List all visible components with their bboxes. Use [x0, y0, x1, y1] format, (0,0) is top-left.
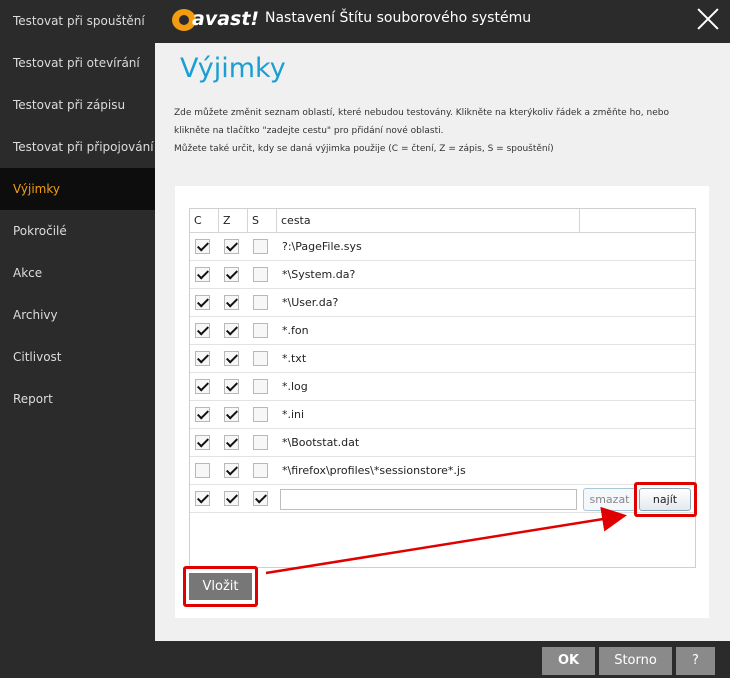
read-checkbox[interactable] — [195, 323, 210, 338]
exclusion-path[interactable]: *\User.da? — [282, 289, 338, 317]
table-row[interactable]: *.fon — [190, 317, 695, 345]
execute-checkbox[interactable] — [253, 239, 268, 254]
new-execute-checkbox[interactable] — [253, 491, 268, 506]
exclusion-path[interactable]: *\System.da? — [282, 261, 355, 289]
write-checkbox[interactable] — [224, 379, 239, 394]
write-checkbox[interactable] — [224, 407, 239, 422]
window-title: Nastavení Štítu souborového systému — [265, 10, 532, 26]
sidebar-item-exclusions[interactable]: Výjimky — [0, 168, 155, 210]
write-checkbox[interactable] — [224, 323, 239, 338]
read-checkbox[interactable] — [195, 295, 210, 310]
exclusion-path[interactable]: *\Bootstat.dat — [282, 429, 359, 457]
exclusion-path[interactable]: ?:\PageFile.sys — [282, 233, 362, 261]
new-path-input[interactable] — [280, 489, 577, 510]
table-row[interactable]: *\User.da? — [190, 289, 695, 317]
write-checkbox[interactable] — [224, 463, 239, 478]
execute-checkbox[interactable] — [253, 435, 268, 450]
table-row[interactable]: *\Bootstat.dat — [190, 429, 695, 457]
write-checkbox[interactable] — [224, 239, 239, 254]
page-title: Výjimky — [180, 53, 286, 84]
sidebar-item-sensitivity[interactable]: Citlivost — [0, 336, 155, 378]
column-header-empty — [580, 209, 695, 232]
column-header-z[interactable]: Z — [219, 209, 248, 232]
write-checkbox[interactable] — [224, 435, 239, 450]
new-exclusion-row: smazat najít — [190, 485, 695, 513]
table-row[interactable]: *.log — [190, 373, 695, 401]
exclusions-table: C Z S cesta ?:\PageFile.sys *\System.da? *… — [189, 208, 696, 568]
avast-logo-text: avast! — [192, 8, 260, 30]
execute-checkbox[interactable] — [253, 295, 268, 310]
page-description: Zde můžete změnit seznam oblastí, které … — [174, 104, 719, 158]
description-line: Zde můžete změnit seznam oblastí, které … — [174, 108, 669, 118]
column-header-path[interactable]: cesta — [277, 209, 580, 232]
exclusion-path[interactable]: *.ini — [282, 401, 304, 429]
help-button[interactable]: ? — [676, 647, 715, 675]
content-area: Výjimky Zde můžete změnit seznam oblastí… — [155, 43, 730, 641]
settings-window: Testovat při spouštění Testovat při otev… — [0, 0, 730, 678]
sidebar-item-advanced[interactable]: Pokročilé — [0, 210, 155, 252]
column-header-s[interactable]: S — [248, 209, 277, 232]
execute-checkbox[interactable] — [253, 351, 268, 366]
read-checkbox[interactable] — [195, 435, 210, 450]
read-checkbox[interactable] — [195, 379, 210, 394]
close-icon[interactable] — [696, 7, 720, 31]
table-row[interactable]: ?:\PageFile.sys — [190, 233, 695, 261]
exclusion-path[interactable]: *.log — [282, 373, 308, 401]
sidebar-item-archives[interactable]: Archivy — [0, 294, 155, 336]
read-checkbox[interactable] — [195, 463, 210, 478]
sidebar-item-scan-on-open[interactable]: Testovat při otevírání — [0, 42, 155, 84]
delete-button[interactable]: smazat — [583, 488, 636, 511]
read-checkbox[interactable] — [195, 267, 210, 282]
table-row[interactable]: *.ini — [190, 401, 695, 429]
exclusion-path[interactable]: *\firefox\profiles\*sessionstore*.js — [282, 457, 466, 485]
insert-button[interactable]: Vložit — [189, 573, 252, 600]
column-header-c[interactable]: C — [190, 209, 219, 232]
exclusion-path[interactable]: *.txt — [282, 345, 306, 373]
sidebar-item-scan-on-write[interactable]: Testovat při zápisu — [0, 84, 155, 126]
cancel-button[interactable]: Storno — [599, 647, 672, 675]
sidebar-item-actions[interactable]: Akce — [0, 252, 155, 294]
description-line: klikněte na tlačítko "zadejte cestu" pro… — [174, 126, 444, 136]
execute-checkbox[interactable] — [253, 323, 268, 338]
write-checkbox[interactable] — [224, 351, 239, 366]
find-button[interactable]: najít — [639, 488, 691, 511]
write-checkbox[interactable] — [224, 267, 239, 282]
ok-button[interactable]: OK — [542, 647, 595, 675]
read-checkbox[interactable] — [195, 351, 210, 366]
read-checkbox[interactable] — [195, 239, 210, 254]
avast-logo: avast! — [172, 7, 260, 33]
read-checkbox[interactable] — [195, 407, 210, 422]
table-row[interactable]: *\firefox\profiles\*sessionstore*.js — [190, 457, 695, 485]
execute-checkbox[interactable] — [253, 267, 268, 282]
table-row[interactable]: *\System.da? — [190, 261, 695, 289]
sidebar-item-scan-on-attach[interactable]: Testovat při připojování — [0, 126, 155, 168]
table-header: C Z S cesta — [190, 209, 695, 233]
sidebar: Testovat při spouštění Testovat při otev… — [0, 0, 155, 678]
table-row[interactable]: *.txt — [190, 345, 695, 373]
exclusions-panel: C Z S cesta ?:\PageFile.sys *\System.da? *… — [175, 186, 709, 618]
execute-checkbox[interactable] — [253, 407, 268, 422]
title-bar: avast! Nastavení Štítu souborového systé… — [155, 0, 730, 40]
sidebar-item-scan-on-execute[interactable]: Testovat při spouštění — [0, 0, 155, 42]
execute-checkbox[interactable] — [253, 463, 268, 478]
sidebar-item-report[interactable]: Report — [0, 378, 155, 420]
execute-checkbox[interactable] — [253, 379, 268, 394]
new-write-checkbox[interactable] — [224, 491, 239, 506]
exclusion-path[interactable]: *.fon — [282, 317, 309, 345]
description-line: Můžete také určit, kdy se daná výjimka p… — [174, 144, 554, 154]
new-read-checkbox[interactable] — [195, 491, 210, 506]
write-checkbox[interactable] — [224, 295, 239, 310]
